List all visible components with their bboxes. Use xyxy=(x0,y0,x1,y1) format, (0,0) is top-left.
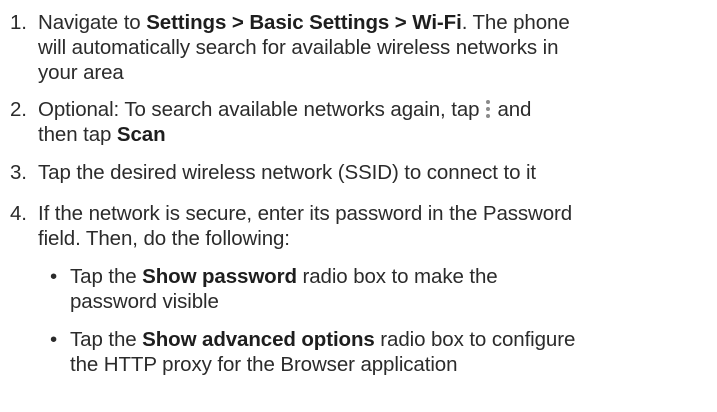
step-line: If the network is secure, enter its pass… xyxy=(38,202,573,225)
step-text: Navigate to Settings > Basic Settings > … xyxy=(38,10,710,85)
text-run: radio box to configure xyxy=(374,328,576,351)
step-line: field. Then, do the following: xyxy=(38,227,290,250)
bullet-line: Tap the Show password radio box to make … xyxy=(70,264,710,289)
text-run: Tap the xyxy=(70,328,143,351)
step-number: 4. xyxy=(10,202,27,225)
scan-label: Scan xyxy=(116,123,166,146)
text-run: radio box to make the xyxy=(296,265,498,288)
instructions-document: 1. Navigate to Settings > Basic Settings… xyxy=(0,0,717,412)
bullet-line: Tap the Show advanced options radio box … xyxy=(70,327,710,352)
step-text: If the network is secure, enter its pass… xyxy=(38,201,710,251)
bullet-marker: • xyxy=(50,328,58,351)
text-run: then tap xyxy=(38,123,117,146)
step-number: 3. xyxy=(10,161,27,184)
text-run: Optional: To search available networks a… xyxy=(38,98,480,121)
step-line: will automatically search for available … xyxy=(38,36,559,59)
bullet-line: password visible xyxy=(70,290,219,313)
settings-path: Settings > Basic Settings > Wi-Fi xyxy=(146,11,462,34)
bullet-line: the HTTP proxy for the Browser applicati… xyxy=(70,353,458,376)
text-run: Tap the xyxy=(70,265,143,288)
step-number: 1. xyxy=(10,11,27,34)
bullet-text: Tap the Show password radio box to make … xyxy=(70,264,710,314)
show-password-label: Show password xyxy=(142,265,297,288)
step-text: Tap the desired wireless network (SSID) … xyxy=(38,160,710,185)
text-run: Navigate to xyxy=(38,11,147,34)
step-line: your area xyxy=(38,61,124,84)
bullet-text: Tap the Show advanced options radio box … xyxy=(70,327,710,377)
text-run: and xyxy=(497,98,532,121)
step-line: Tap the desired wireless network (SSID) … xyxy=(38,161,537,184)
step-text: Optional: To search available networks a… xyxy=(38,97,710,147)
text-run: . The phone xyxy=(461,11,570,34)
step-line: Navigate to Settings > Basic Settings > … xyxy=(38,10,710,35)
step-line: then tap Scan xyxy=(38,122,710,147)
step-line: Optional: To search available networks a… xyxy=(38,97,710,122)
step-number: 2. xyxy=(10,98,27,121)
show-advanced-options-label: Show advanced options xyxy=(142,328,375,351)
bullet-marker: • xyxy=(50,265,58,288)
more-vertical-icon xyxy=(483,98,493,120)
